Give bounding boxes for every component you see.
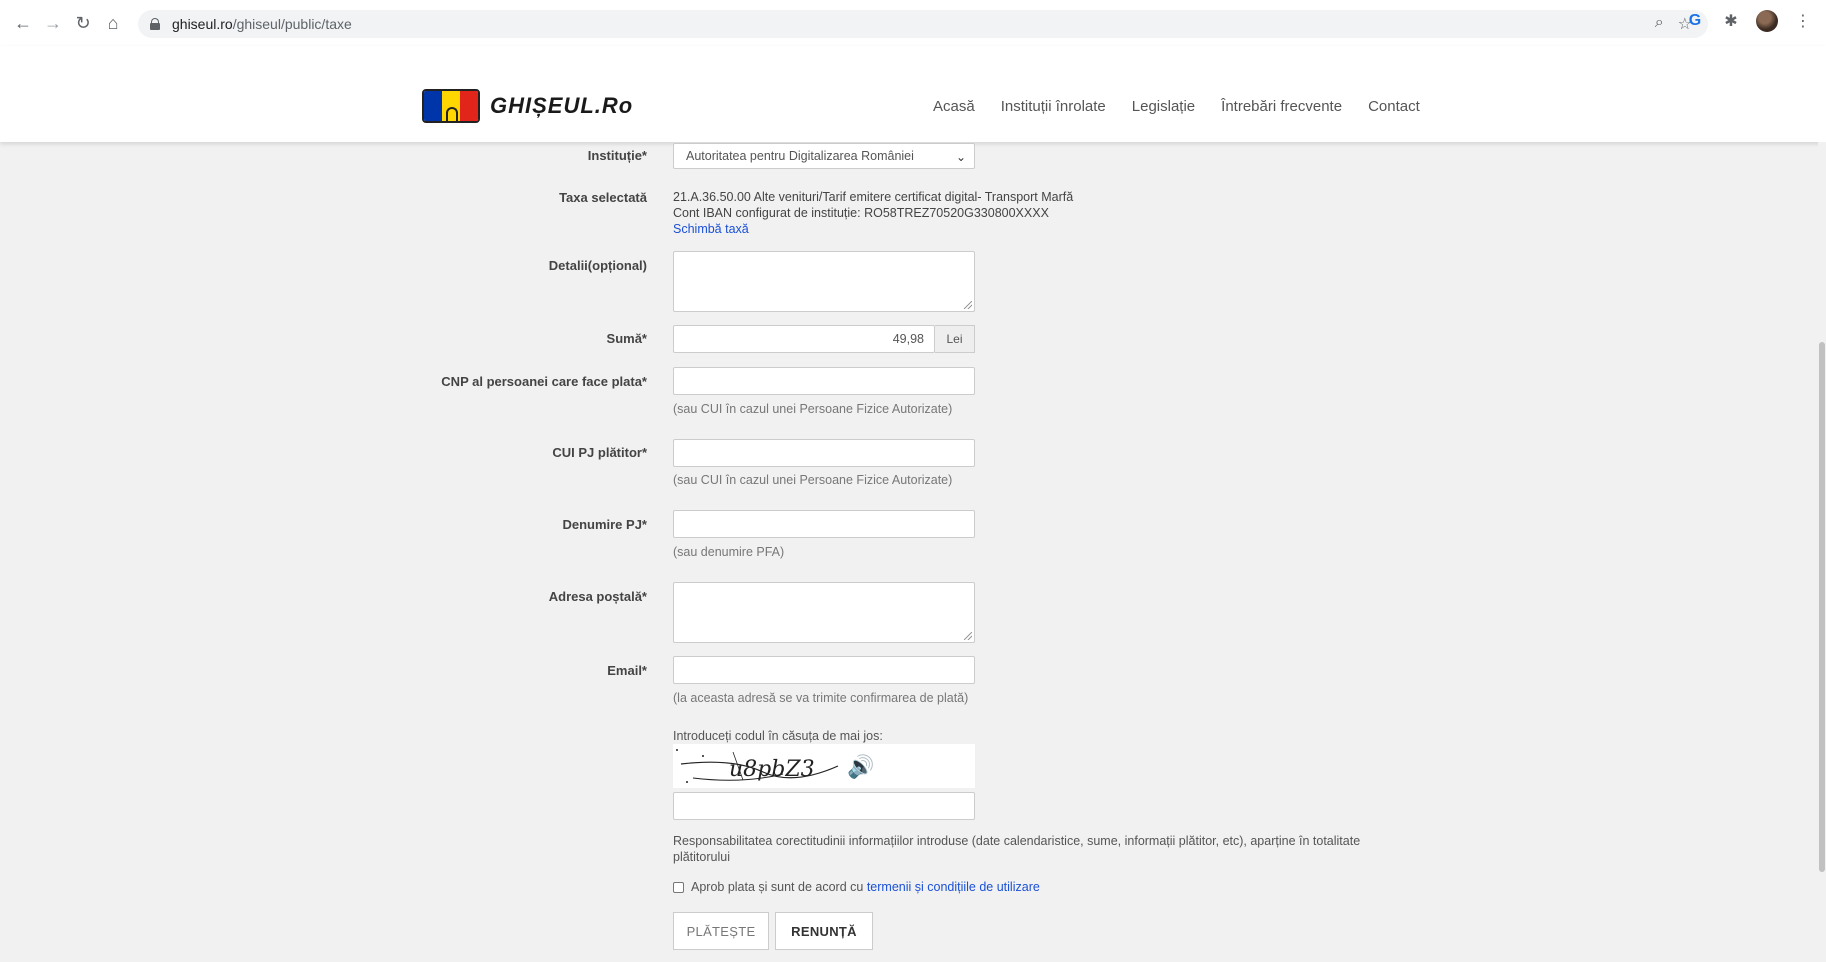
address-bar[interactable]: ghiseul.ro/ghiseul/public/taxe ⌕ ☆ — [138, 10, 1708, 38]
suma-value: 49,98 — [892, 332, 924, 346]
audio-speaker-icon[interactable]: 🔊 — [847, 754, 874, 780]
terms-link[interactable]: termenii și condițiile de utilizare — [867, 880, 1040, 894]
main-nav: Acasă Instituții înrolate Legislație Înt… — [933, 98, 1420, 115]
institutie-selected-value: Autoritatea pentru Digitalizarea Românie… — [686, 149, 914, 163]
suma-input[interactable]: 49,98 — [673, 325, 935, 353]
nav-acasa[interactable]: Acasă — [933, 98, 975, 115]
terms-agreement: Aprob plata și sunt de acord cu termenii… — [673, 880, 1040, 894]
site-header: GHIȘEUL.Ro Acasă Instituții înrolate Leg… — [0, 46, 1826, 142]
taxa-info: 21.A.36.50.00 Alte venituri/Tarif emiter… — [673, 189, 1073, 237]
extension-g-icon[interactable]: G — [1684, 10, 1706, 32]
lock-icon — [150, 18, 160, 30]
taxa-iban: Cont IBAN configurat de instituție: RO58… — [673, 206, 1049, 220]
terms-checkbox[interactable] — [673, 881, 684, 893]
browser-toolbar: ← → ↻ ⌂ ghiseul.ro/ghiseul/public/taxe ⌕… — [0, 0, 1826, 46]
cui-help: (sau CUI în cazul unei Persoane Fizice A… — [673, 473, 953, 487]
captcha-prompt: Introduceți codul în căsuța de mai jos: — [673, 729, 883, 743]
denumire-help: (sau denumire PFA) — [673, 545, 785, 559]
logo-flag-icon — [422, 89, 480, 123]
institutie-label: Instituție* — [587, 148, 647, 163]
profile-avatar[interactable] — [1756, 10, 1778, 32]
nav-contact[interactable]: Contact — [1368, 98, 1420, 115]
taxa-label: Taxa selectată — [559, 190, 647, 205]
denumire-label: Denumire PJ* — [562, 517, 647, 532]
chevron-down-icon: ⌄ — [955, 150, 966, 164]
schimba-taxa-link[interactable]: Schimbă taxă — [673, 222, 749, 236]
detalii-label: Detalii(opțional) — [548, 258, 647, 273]
institutie-select[interactable]: Autoritatea pentru Digitalizarea Românie… — [673, 143, 975, 169]
captcha-image: u8pbZ3 — [673, 744, 843, 788]
adresa-textarea[interactable] — [673, 582, 975, 643]
nav-intrebari[interactable]: Întrebări frecvente — [1221, 98, 1342, 115]
site-logo[interactable]: GHIȘEUL.Ro — [422, 88, 633, 124]
forward-arrow-icon[interactable]: → — [40, 10, 66, 36]
email-input[interactable] — [673, 656, 975, 684]
home-icon[interactable]: ⌂ — [100, 10, 126, 36]
nav-legislatie[interactable]: Legislație — [1132, 98, 1195, 115]
cui-input[interactable] — [673, 439, 975, 467]
taxa-line1: 21.A.36.50.00 Alte venituri/Tarif emiter… — [673, 190, 1074, 204]
captcha-code: u8pbZ3 — [729, 757, 815, 782]
reload-icon[interactable]: ↻ — [70, 10, 96, 36]
logo-text: GHIȘEUL.Ro — [490, 93, 634, 118]
pay-button[interactable]: PLĂTEȘTE — [673, 912, 769, 950]
page-scrollbar[interactable] — [1818, 142, 1826, 962]
menu-dots-icon[interactable]: ⋮ — [1792, 10, 1814, 32]
back-arrow-icon[interactable]: ← — [10, 10, 36, 36]
url-text: ghiseul.ro/ghiseul/public/taxe — [172, 16, 352, 32]
agree-text: Aprob plata și sunt de acord cu — [691, 880, 864, 894]
puzzle-icon[interactable]: ✱ — [1720, 10, 1742, 32]
email-label: Email* — [607, 663, 647, 678]
nav-institutii[interactable]: Instituții înrolate — [1001, 98, 1106, 115]
detalii-textarea[interactable] — [673, 251, 975, 312]
cui-label: CUI PJ plătitor* — [552, 445, 647, 460]
cnp-label: CNP al persoanei care face plata* — [441, 374, 647, 389]
denumire-input[interactable] — [673, 510, 975, 538]
email-help: (la aceasta adresă se va trimite confirm… — [673, 691, 969, 705]
adresa-label: Adresa poștală* — [548, 589, 647, 604]
cnp-input[interactable] — [673, 367, 975, 395]
suma-label: Sumă* — [606, 331, 647, 346]
disclaimer-text: Responsabilitatea corectitudinii informa… — [673, 834, 1361, 864]
scrollbar-thumb[interactable] — [1819, 342, 1825, 872]
zoom-icon[interactable]: ⌕ — [1655, 14, 1664, 34]
captcha-input[interactable] — [673, 792, 975, 820]
captcha-box: u8pbZ3 🔊 — [673, 744, 975, 788]
cnp-help: (sau CUI în cazul unei Persoane Fizice A… — [673, 402, 953, 416]
cancel-button[interactable]: RENUNȚĂ — [775, 912, 873, 950]
currency-addon: Lei — [935, 325, 975, 353]
